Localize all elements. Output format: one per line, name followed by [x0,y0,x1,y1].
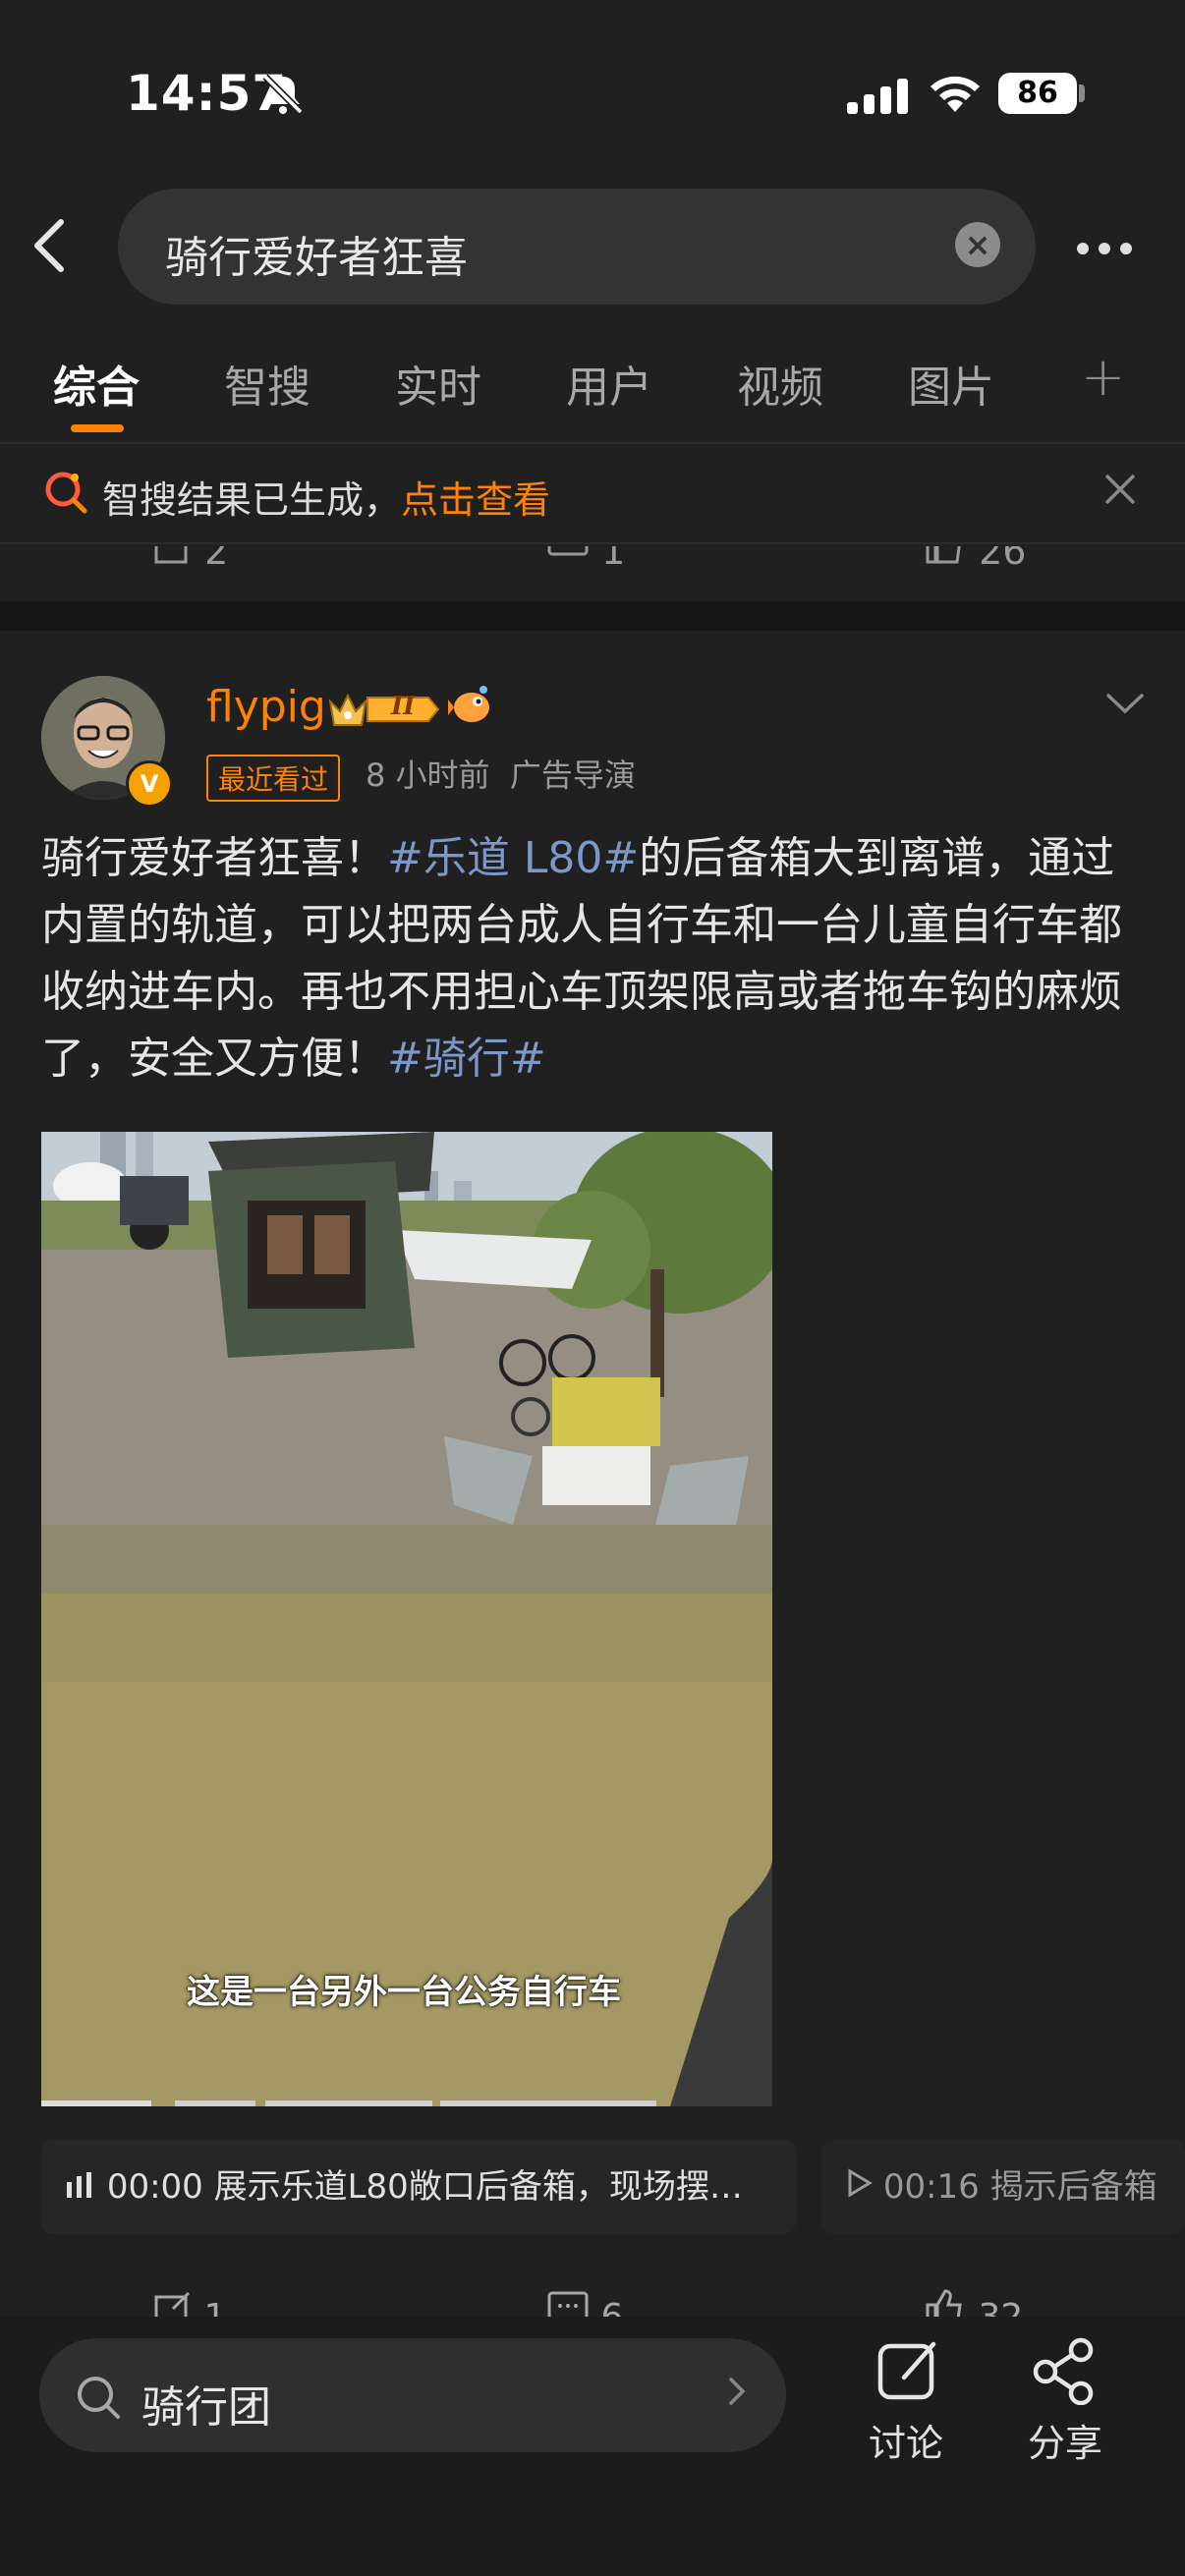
wifi-icon [928,71,983,118]
share-icon[interactable] [1030,2336,1099,2409]
discuss-icon[interactable] [875,2336,943,2409]
play-icon [847,2140,873,2234]
post-meta: 8 小时前 广告导演 [366,751,636,796]
topic-search-text[interactable]: 骑行团 [141,2372,271,2435]
share-label[interactable]: 分享 [1028,2413,1102,2467]
add-tab-button[interactable]: + [1081,346,1125,408]
post-time: 8 小时前 [366,756,490,794]
active-tab-indicator [71,424,124,432]
level-badge: II [391,692,416,721]
post-separator [0,601,1185,631]
repost-button[interactable]: 1 [153,2289,226,2317]
like-count: 32 [978,2297,1023,2317]
post-video[interactable] [41,1132,772,2106]
prev-post-actions: 2 1 26 [0,546,1185,601]
tab-users[interactable]: 用户 [566,352,652,415]
video-progress-segment [265,2100,432,2106]
prev-comment-button[interactable]: 1 [546,546,625,573]
prev-comment-count: 1 [601,546,626,573]
recently-viewed-tag: 最近看过 [206,755,341,802]
prev-like-count: 26 [979,546,1027,573]
comment-button[interactable]: 6 [546,2289,623,2317]
tab-smart-search[interactable]: 智搜 [224,352,310,415]
search-query[interactable]: 骑行爱好者狂喜 [165,222,468,285]
tab-realtime[interactable]: 实时 [395,352,481,415]
bell-muted-icon [261,73,305,120]
tab-comprehensive[interactable]: 综合 [53,352,140,415]
chapter-time: 00:00 [106,2167,203,2207]
prev-like-button[interactable]: 26 [924,546,1026,573]
discuss-label[interactable]: 讨论 [869,2413,943,2467]
smart-search-notice[interactable]: 智搜结果已生成，点击查看 [102,470,550,524]
notice-link[interactable]: 点击查看 [401,478,550,522]
chapter-chip[interactable]: 00:16 揭示后备箱 [821,2140,1185,2234]
chapter-title: 展示乐道L80敞口后备箱，现场摆… [213,2167,743,2207]
notice-text: 智搜结果已生成， [102,478,402,522]
puffer-fish-icon [448,684,495,731]
notice-divider [0,542,1185,544]
repost-count: 1 [203,2297,226,2317]
battery-indicator: 86 [998,73,1077,114]
video-progress-segment [41,2100,151,2106]
chapter-chip[interactable]: 00:00 展示乐道L80敞口后备箱，现场摆… [41,2140,796,2234]
close-icon[interactable] [1100,470,1140,513]
post-actions: 1 6 32 [0,2260,1185,2317]
smart-search-icon [43,470,88,519]
tab-videos[interactable]: 视频 [737,352,823,415]
back-button[interactable] [29,216,69,279]
tabs-divider [0,442,1185,444]
post-text: 骑行爱好者狂喜！#乐道 L80#的后备箱大到离谱，通过内置的轨道，可以把两台成人… [41,825,1152,1092]
chevron-right-icon [725,2372,749,2421]
chapter-time: 00:16 [882,2167,980,2207]
post-source: 广告导演 [509,756,636,794]
hashtag-cycling[interactable]: #骑行# [387,1034,546,1084]
chapter-title: 揭示后备箱 [989,2167,1157,2207]
hashtag-ledao-l80[interactable]: #乐道 L80# [387,833,639,883]
username[interactable]: flypig [206,682,326,732]
battery-tip [1079,84,1085,102]
prev-repost-count: 2 [204,546,229,573]
clear-search-button[interactable]: × [955,222,1000,267]
verified-badge: V [126,760,173,808]
post-text-start: 骑行爱好者狂喜！ [41,833,387,883]
prev-repost-button[interactable]: 2 [153,546,228,573]
comment-count: 6 [600,2297,623,2317]
chevron-down-icon[interactable] [1104,690,1146,723]
playing-bars-icon [67,2140,96,2234]
more-options-button[interactable] [1077,240,1142,258]
search-icon [75,2374,122,2425]
video-progress-segment [440,2100,656,2106]
like-button[interactable]: 32 [924,2289,1023,2317]
video-caption: 这是一台另外一台公务自行车 [187,1973,621,2012]
membership-crown-icon: II [326,688,442,735]
cellular-signal-icon [847,77,910,120]
video-progress-segment [175,2100,255,2106]
tab-images[interactable]: 图片 [908,352,994,415]
